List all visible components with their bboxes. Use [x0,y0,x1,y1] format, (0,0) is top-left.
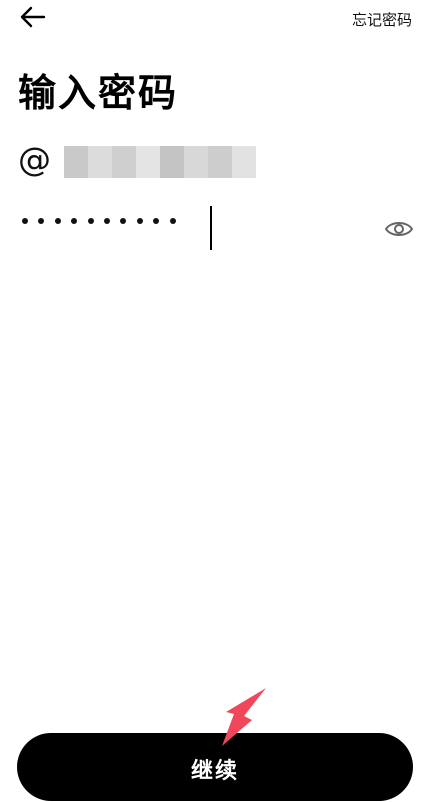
continue-button[interactable]: 继续 [17,733,413,801]
at-sign: @ [18,140,51,179]
password-dot [54,218,61,224]
password-dot [38,218,45,224]
password-dot [120,218,127,224]
text-caret [210,206,212,250]
password-dot [136,218,143,224]
toggle-visibility-button[interactable] [384,216,414,242]
account-row: @ [16,140,316,182]
password-dot [169,218,176,224]
forgot-password-link[interactable]: 忘记密码 [352,9,412,30]
continue-button-label: 继续 [190,759,239,784]
page-title: 输入密码 [18,71,179,115]
password-dot [22,218,28,224]
arrow-left-icon [20,6,46,28]
password-dot [87,218,94,224]
back-button[interactable] [16,4,50,32]
eye-icon [384,222,414,236]
password-dot [71,218,78,224]
password-dot [153,218,160,224]
top-bar: 忘记密码 [0,0,426,36]
password-field[interactable] [16,204,416,252]
obscured-username [64,146,256,178]
password-dots [22,218,186,224]
password-dot [103,218,110,224]
